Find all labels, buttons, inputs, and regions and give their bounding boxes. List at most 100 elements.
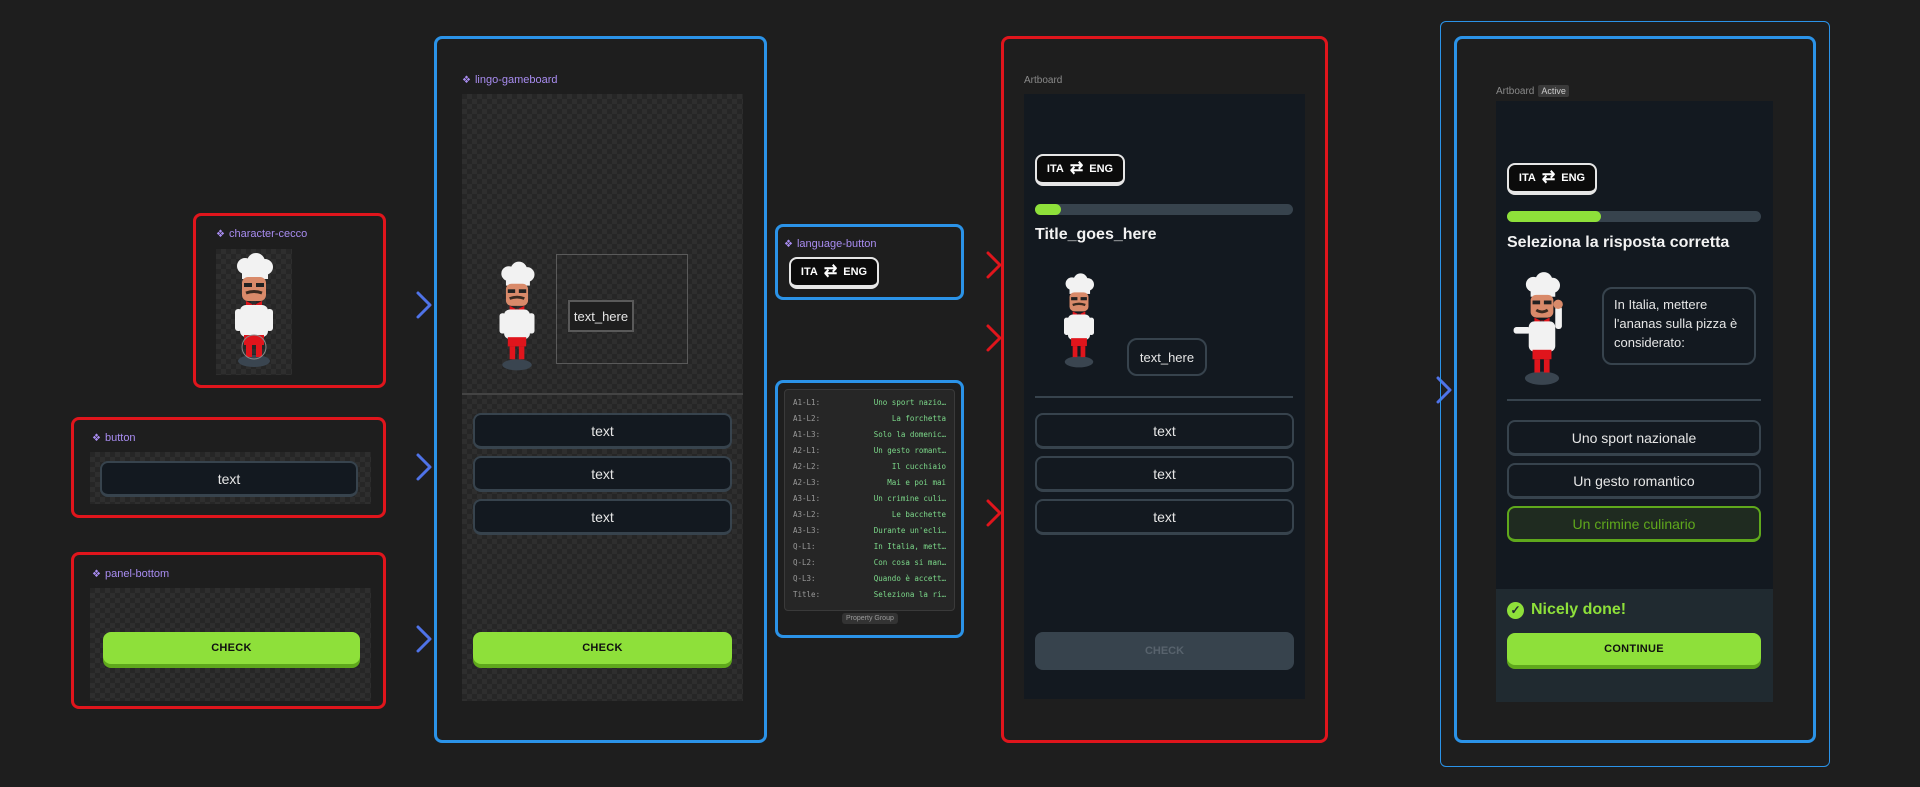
property-group-panel: A1-L1: Uno sport nazio… A1-L2: La forchetta… [784, 389, 955, 611]
property-row: A2-L2: Il cucchiaio [793, 458, 946, 474]
language-toggle-button[interactable]: ITA ⇄ ENG [789, 257, 879, 289]
language-button-component-frame[interactable]: ❖ language-button ITA ⇄ ENG [775, 224, 964, 300]
progress-bar [1035, 204, 1293, 215]
answer-option-2[interactable]: Un gesto romantico [1507, 463, 1761, 499]
property-group-frame[interactable]: A1-L1: Uno sport nazio… A1-L2: La forchetta… [775, 380, 964, 638]
property-value: Durante un'ecli… [873, 525, 946, 535]
button-component-frame[interactable]: ❖ button text [71, 417, 386, 518]
chef-character [235, 253, 273, 367]
property-key: A1-L2: [793, 413, 821, 423]
chef-character [1513, 272, 1563, 385]
property-key: A2-L3: [793, 477, 821, 487]
character-component-frame[interactable]: ❖ character-cecco [193, 213, 386, 388]
property-row: A1-L1: Uno sport nazio… [793, 394, 946, 410]
arrow-props-to-artboard [962, 499, 1002, 527]
answer-option-2[interactable]: text [1035, 456, 1294, 492]
check-circle-icon: ✓ [1507, 601, 1524, 619]
divider [1507, 399, 1761, 401]
property-row: Title: Seleziona la ri… [793, 586, 946, 602]
swap-arrows-icon: ⇄ [823, 263, 838, 280]
continue-button[interactable]: CONTINUE [1507, 633, 1761, 665]
language-toggle-button[interactable]: ITA ⇄ ENG [1035, 154, 1125, 186]
property-key: A1-L1: [793, 397, 821, 407]
language-toggle-button[interactable]: ITA ⇄ ENG [1507, 163, 1597, 195]
component-label: lingo-gameboard [474, 74, 558, 86]
property-value: Un crimine culi… [873, 493, 946, 503]
component-label: panel-bottom [104, 568, 170, 580]
property-row: A3-L3: Durante un'ecli… [793, 522, 946, 538]
lang-left-label: ITA [1046, 163, 1064, 175]
property-row: Q-L3: Quando è accett… [793, 570, 946, 586]
divider [462, 393, 743, 395]
chef-character [1064, 273, 1094, 368]
component-label: language-button [796, 238, 877, 250]
character-canvas [216, 249, 292, 375]
property-row: A1-L2: La forchetta [793, 410, 946, 426]
option-button[interactable]: text [100, 461, 358, 497]
property-value: Le bacchette [891, 509, 946, 519]
property-value: Quando è accett… [873, 573, 946, 583]
lang-right-label: ENG [1561, 172, 1586, 184]
property-value: Con cosa si man… [873, 557, 946, 567]
property-row: Q-L1: In Italia, mett… [793, 538, 946, 554]
property-value: In Italia, mett… [873, 541, 946, 551]
arrow-language-to-artboard [962, 251, 1002, 279]
active-artboard-screen: ITA ⇄ ENG Seleziona la risposta corretta… [1496, 101, 1773, 702]
swap-arrows-icon: ⇄ [1069, 160, 1084, 177]
artboard-frame[interactable]: Artboard ITA ⇄ ENG Title_goes_here text_… [1001, 36, 1328, 743]
property-key: A2-L1: [793, 445, 821, 455]
component-diamond-icon: ❖ [784, 238, 793, 250]
component-label: character-cecco [228, 228, 308, 240]
question-title: Title_goes_here [1035, 226, 1157, 243]
active-artboard-frame[interactable]: Artboard Active ITA ⇄ ENG Seleziona la r… [1454, 36, 1816, 743]
answer-option-2[interactable]: text [473, 456, 732, 492]
property-value: Solo la domenic… [873, 429, 946, 439]
arrow-artboard-to-active [1326, 376, 1452, 404]
answer-option-1[interactable]: text [473, 413, 732, 449]
panel-bottom-component-frame[interactable]: ❖ panel-bottom CHECK [71, 552, 386, 709]
check-button[interactable]: CHECK [103, 632, 360, 664]
answer-option-3[interactable]: text [1035, 499, 1294, 535]
property-group-tag: Property Group [842, 613, 898, 624]
swap-arrows-icon: ⇄ [1541, 169, 1556, 186]
lang-left-label: ITA [1518, 172, 1536, 184]
check-button-disabled[interactable]: CHECK [1035, 632, 1294, 670]
property-row: Q-L2: Con cosa si man… [793, 554, 946, 570]
speech-bubble: text_here [1127, 338, 1207, 376]
gameboard-component-frame[interactable]: ❖ lingo-gameboard text_here text text te… [434, 36, 767, 743]
property-value: Seleziona la ri… [873, 589, 946, 599]
property-value: Un gesto romant… [873, 445, 946, 455]
question-title: Seleziona la risposta corretta [1507, 234, 1730, 251]
lang-right-label: ENG [1089, 163, 1114, 175]
lang-right-label: ENG [843, 266, 868, 278]
lang-left-label: ITA [800, 266, 818, 278]
property-key: A3-L1: [793, 493, 821, 503]
divider [1035, 396, 1293, 398]
answer-option-3[interactable]: text [473, 499, 732, 535]
property-key: A2-L2: [793, 461, 821, 471]
component-diamond-icon: ❖ [462, 74, 471, 86]
feedback-message: Nicely done! [1531, 601, 1627, 618]
arrow-gameboard-to-artboard [765, 324, 1002, 352]
component-diamond-icon: ❖ [92, 432, 101, 444]
arrow-panel-to-gameboard [384, 625, 432, 653]
property-key: Title: [793, 589, 821, 599]
chef-character [499, 261, 535, 371]
artboard-label: Artboard [1496, 85, 1535, 97]
progress-fill [1507, 211, 1601, 222]
component-label: button [104, 432, 136, 444]
feedback-panel: ✓ Nicely done! CONTINUE [1496, 589, 1773, 702]
component-diamond-icon: ❖ [216, 228, 225, 240]
property-value: Uno sport nazio… [873, 397, 946, 407]
answer-option-1[interactable]: Uno sport nazionale [1507, 420, 1761, 456]
button-canvas: text [90, 452, 371, 504]
artboard-label: Artboard [1024, 75, 1063, 86]
property-key: A3-L3: [793, 525, 821, 535]
answer-option-1[interactable]: text [1035, 413, 1294, 449]
answer-option-3-selected[interactable]: Un crimine culinario [1507, 506, 1761, 542]
check-button[interactable]: CHECK [473, 632, 732, 664]
property-value: La forchetta [891, 413, 946, 423]
property-row: A1-L3: Solo la domenic… [793, 426, 946, 442]
component-diamond-icon: ❖ [92, 568, 101, 580]
arrow-character-to-gameboard [384, 291, 432, 319]
